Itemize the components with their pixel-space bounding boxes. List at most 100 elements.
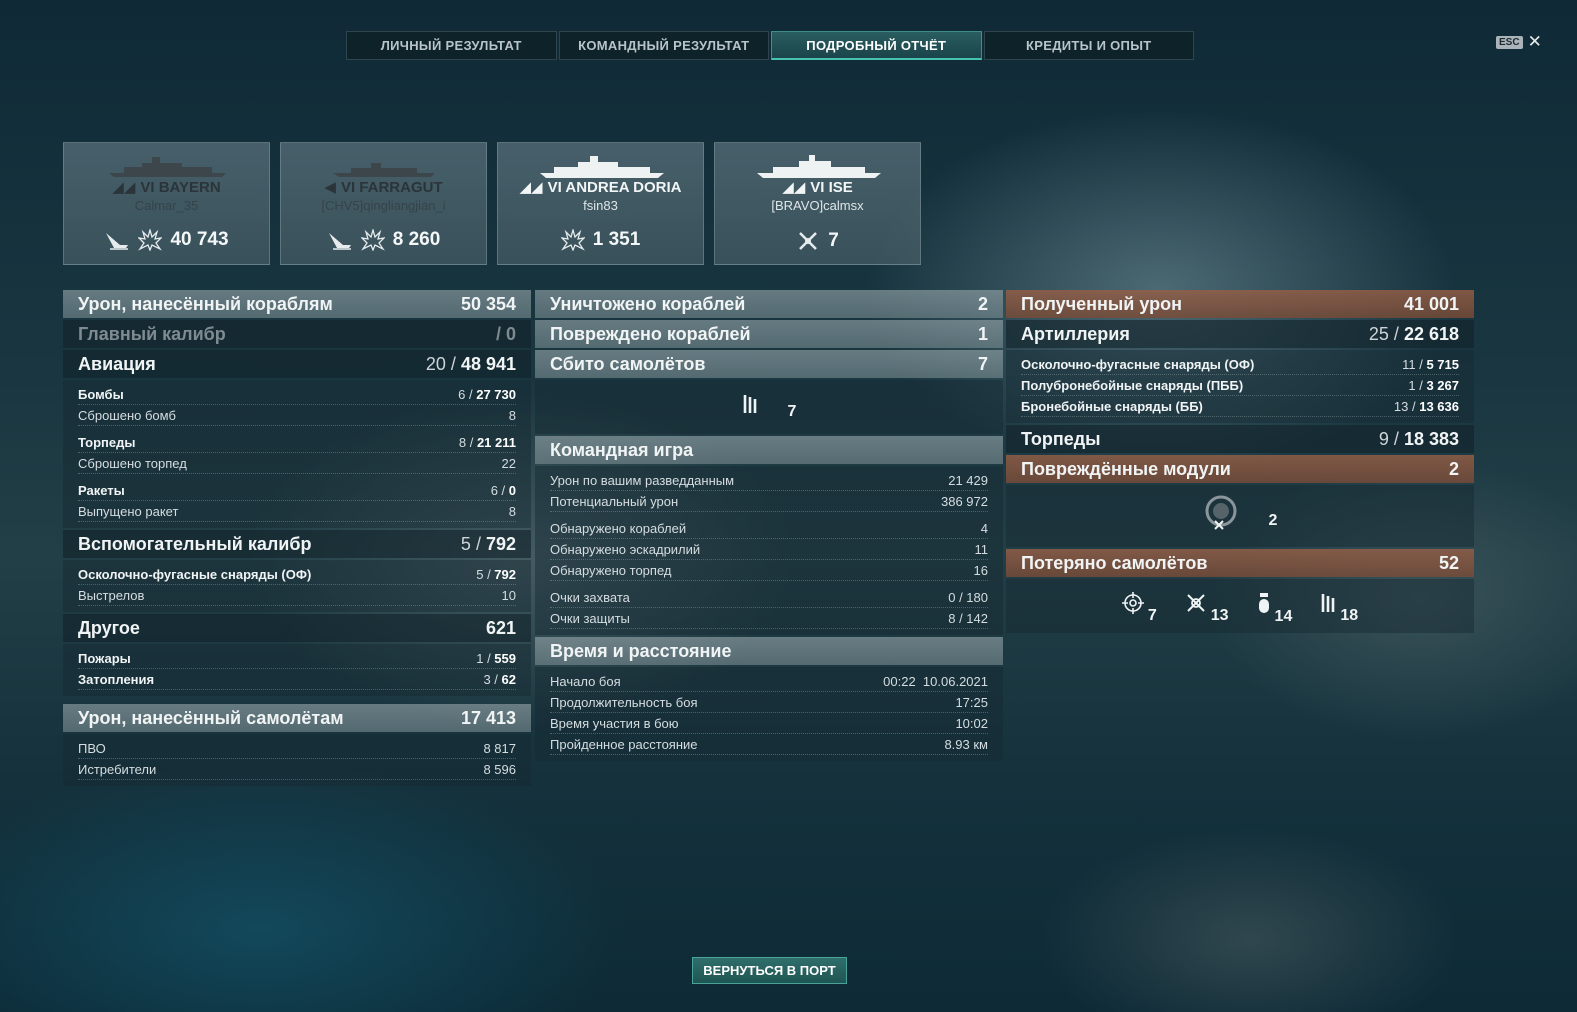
potential-damage-row: Потенциальный урон 386 972 (550, 491, 988, 512)
destroyed-header: Уничтожено кораблей 2 (535, 290, 1003, 318)
ship-card[interactable]: ◢◢ VI BAYERN Calmar_35 40 743 (63, 142, 270, 265)
spotting-damage-row: Урон по вашим разведданным 21 429 (550, 470, 988, 491)
aviation-details: Бомбы 6 / 27 730 Сброшено бомб 8 Торпеды 8 … (63, 380, 531, 528)
planes-lost-header: Потеряно самолётов 52 (1006, 549, 1474, 577)
ship-sunk-icon (106, 233, 129, 250)
artillery-details: Осколочно-фугасные снаряды (ОФ) 11 / 5 71… (1006, 350, 1474, 423)
result-tabs: ЛИЧНЫЙ РЕЗУЛЬТАТ КОМАНДНЫЙ РЕЗУЛЬТАТ ПОД… (346, 31, 1194, 60)
plane-damage-details: ПВО 8 817 Истребители 8 596 (63, 734, 531, 786)
torpedoes-spotted-row: Обнаружено торпед 16 (550, 560, 988, 581)
aviation-header: Авиация 20 / 48 941 (63, 350, 531, 378)
team-play-header: Командная игра (535, 436, 1003, 464)
bomb-icon: 14 (1257, 591, 1292, 625)
esc-key-label: ESC (1496, 35, 1523, 49)
tab-team-result[interactable]: КОМАНДНЫЙ РЕЗУЛЬТАТ (558, 31, 769, 60)
tab-personal-result[interactable]: ЛИЧНЫЙ РЕЗУЛЬТАТ (346, 31, 557, 60)
ship-name: ◢◢ VI ISE (782, 178, 853, 197)
bombs-dropped-row: Сброшено бомб 8 (78, 405, 516, 426)
fighters-row: Истребители 8 596 (78, 759, 516, 780)
plane-damage-header: Урон, нанесённый самолётам 17 413 (63, 704, 531, 732)
card-stats: 8 260 (281, 229, 486, 251)
other-details: Пожары 1 / 559 Затопления 3 / 62 (63, 644, 531, 696)
close-icon: ✕ (1527, 32, 1542, 51)
shots-row: Выстрелов 10 (78, 585, 516, 606)
player-name: [CHV5]qingliangjian_i (321, 198, 446, 213)
explosion-icon (560, 229, 585, 251)
team-results-column: Уничтожено кораблей 2 Повреждено кораблей… (535, 290, 1003, 763)
card-value: 8 260 (392, 229, 441, 250)
distance-row: Пройденное расстояние 8.93 км (550, 734, 988, 755)
player-name: Calmar_35 (134, 198, 199, 213)
bombs-row: Бомбы 6 / 27 730 (78, 384, 516, 405)
battleship-silhouette-icon (109, 157, 226, 177)
torpedo-bomber-icon (742, 393, 758, 420)
torpedoes-dropped-row: Сброшено торпед 22 (78, 453, 516, 474)
card-stats: 40 743 (64, 229, 269, 251)
explosion-icon (360, 229, 385, 251)
secondary-details: Осколочно-фугасные снаряды (ОФ) 5 / 792 В… (63, 560, 531, 612)
battleship-silhouette-icon (540, 156, 664, 178)
damaged-header: Повреждено кораблей 1 (535, 320, 1003, 348)
capture-points-row: Очки захвата 0 / 180 (550, 587, 988, 608)
ship-class-icon: ◢◢ (782, 179, 806, 196)
destroyer-silhouette-icon (333, 163, 435, 177)
rockets-row: Ракеты 6 / 0 (78, 480, 516, 501)
fires-row: Пожары 1 / 559 (78, 648, 516, 669)
damaged-modules-icons: 2 (1006, 485, 1474, 547)
explosion-icon (138, 229, 163, 251)
time-distance-header: Время и расстояние (535, 637, 1003, 665)
card-stats: 1 351 (498, 229, 703, 251)
ship-sunk-icon (328, 233, 351, 250)
fighter-icon: 13 (1185, 592, 1229, 624)
participation-time-row: Время участия в бою 10:02 (550, 713, 988, 734)
damage-received-column: Полученный урон 41 001 Артиллерия 25 / 22… (1006, 290, 1474, 635)
card-value: 7 (828, 230, 839, 251)
card-stats: 7 (715, 229, 920, 253)
other-header: Другое 621 (63, 614, 531, 642)
ship-class-icon: ◢◢ (112, 179, 136, 196)
damage-dealt-column: Урон, нанесённый кораблям 50 354 Главный … (63, 290, 531, 788)
ship-card[interactable]: ◢◢ VI ISE [BRAVO]calmsx 7 (714, 142, 921, 265)
module-damage-icon (1203, 495, 1239, 536)
artillery-header: Артиллерия 25 / 22 618 (1006, 320, 1474, 348)
tab-detailed-report[interactable]: ПОДРОБНЫЙ ОТЧЁТ (771, 31, 982, 60)
squadrons-spotted-row: Обнаружено эскадрилий 11 (550, 539, 988, 560)
ship-class-icon: ◢◢ (519, 179, 543, 196)
close-button[interactable]: ESC ✕ (1496, 32, 1542, 51)
ap-row: Бронебойные снаряды (ББ) 13 / 13 636 (1021, 396, 1459, 417)
received-damage-header: Полученный урон 41 001 (1006, 290, 1474, 318)
ship-card[interactable]: ◀ VI FARRAGUT [CHV5]qingliangjian_i 8 260 (280, 142, 487, 265)
secondary-he-row: Осколочно-фугасные снаряды (ОФ) 5 / 792 (78, 564, 516, 585)
received-torpedoes-header: Торпеды 9 / 18 383 (1006, 425, 1474, 453)
tab-credits-xp[interactable]: КРЕДИТЫ И ОПЫТ (983, 31, 1194, 60)
ship-name: ◢◢ VI ANDREA DORIA (519, 178, 682, 197)
crosshair-icon: 7 (1121, 591, 1157, 624)
modules-count: 2 (1268, 512, 1278, 529)
main-caliber-header: Главный калибр/ 0 (63, 320, 531, 348)
battleship-silhouette-icon (757, 155, 881, 178)
time-distance-details: Начало боя 00:22 10.06.2021 Продолжительн… (535, 667, 1003, 761)
damaged-modules-header: Повреждённые модули 2 (1006, 455, 1474, 483)
return-to-port-button[interactable]: ВЕРНУТЬСЯ В ПОРТ (692, 957, 847, 984)
ship-damage-header: Урон, нанесённый кораблям 50 354 (63, 290, 531, 318)
secondary-header: Вспомогательный калибр 5 / 792 (63, 530, 531, 558)
player-name: fsin83 (583, 198, 618, 213)
rockets-fired-row: Выпущено ракет 8 (78, 501, 516, 522)
plane-shot-down-icon (799, 232, 818, 250)
ships-spotted-row: Обнаружено кораблей 4 (550, 518, 988, 539)
aa-row: ПВО 8 817 (78, 738, 516, 759)
sap-row: Полубронебойные снаряды (ПББ) 1 / 3 267 (1021, 375, 1459, 396)
card-value: 1 351 (592, 229, 641, 250)
floods-row: Затопления 3 / 62 (78, 669, 516, 690)
planes-down-icons: 7 (535, 380, 1003, 434)
ship-class-icon: ◀ (324, 179, 336, 196)
player-name: [BRAVO]calmsx (771, 198, 864, 213)
planes-lost-icons: 7 13 14 18 (1006, 579, 1474, 633)
ship-cards: ◢◢ VI BAYERN Calmar_35 40 743 ◀ VI FARRAGU… (63, 142, 921, 265)
battle-duration-row: Продолжительность боя 17:25 (550, 692, 988, 713)
card-value: 40 743 (170, 229, 229, 250)
ship-name: ◢◢ VI BAYERN (112, 178, 221, 197)
ship-card[interactable]: ◢◢ VI ANDREA DORIA fsin83 1 351 (497, 142, 704, 265)
defense-points-row: Очки защиты 8 / 142 (550, 608, 988, 629)
ship-name: ◀ VI FARRAGUT (324, 178, 443, 197)
